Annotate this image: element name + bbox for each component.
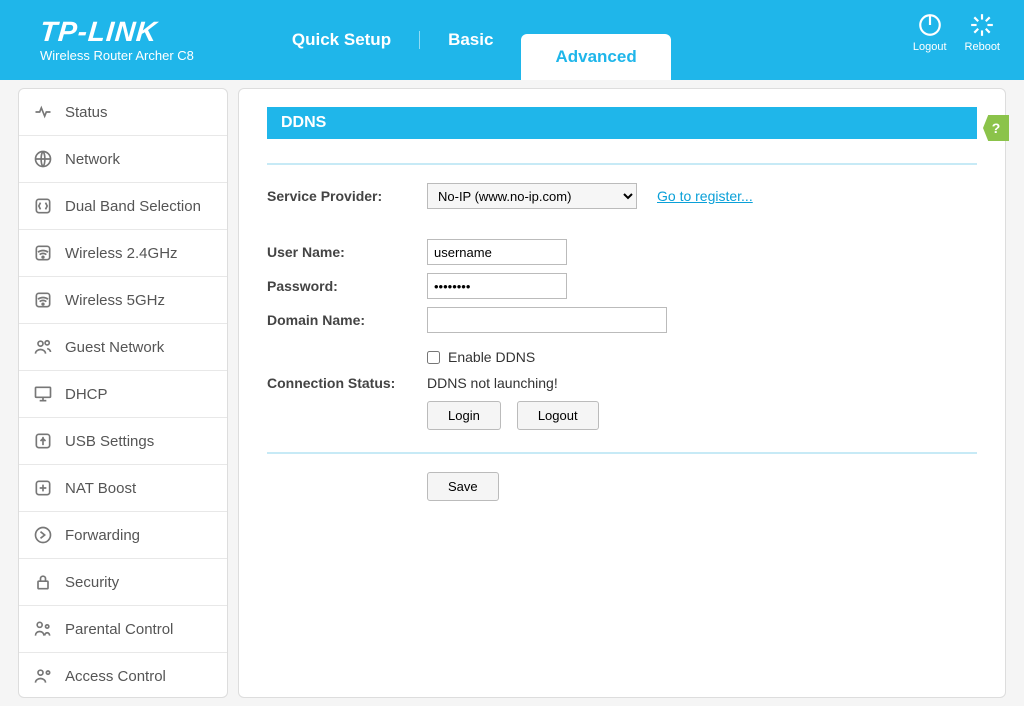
sidebar-item-access[interactable]: Access Control [19,653,227,698]
register-link[interactable]: Go to register... [657,188,753,204]
reboot-label: Reboot [965,41,1000,53]
service-provider-select[interactable]: No-IP (www.no-ip.com) [427,183,637,209]
save-row: Save [427,472,977,501]
monitor-icon [33,384,53,404]
label-username: User Name: [267,244,427,260]
status-icon [33,102,53,122]
nat-icon [33,478,53,498]
brand-logo: TP-LINK [39,18,195,46]
forward-icon [33,525,53,545]
dual-band-icon [33,196,53,216]
label-password: Password: [267,278,427,294]
save-button[interactable]: Save [427,472,499,501]
sidebar-item-label: Dual Band Selection [65,198,201,215]
label-connection-status: Connection Status: [267,375,427,391]
sidebar-item-label: Network [65,151,120,168]
help-button[interactable]: ? [983,115,1009,141]
label-enable-ddns: Enable DDNS [448,349,535,365]
parental-icon [33,619,53,639]
sidebar-item-label: NAT Boost [65,480,136,497]
lock-icon [33,572,53,592]
row-service-provider: Service Provider: No-IP (www.no-ip.com) … [267,183,977,209]
tab-basic[interactable]: Basic [420,0,521,80]
page-body: Status Network Dual Band Selection Wirel… [0,80,1024,698]
brand-tagline: Wireless Router Archer C8 [40,48,194,63]
globe-icon [33,149,53,169]
sidebar-item-label: DHCP [65,386,108,403]
sidebar: Status Network Dual Band Selection Wirel… [18,88,228,698]
sidebar-item-label: Access Control [65,668,166,685]
reboot-icon [969,12,995,38]
sidebar-item-network[interactable]: Network [19,136,227,183]
sidebar-item-label: Parental Control [65,621,173,638]
users-icon [33,337,53,357]
tab-quick-setup[interactable]: Quick Setup [264,0,419,80]
panel-title: DDNS [267,107,977,139]
sidebar-item-label: Status [65,104,108,121]
access-icon [33,666,53,686]
row-password: Password: [267,273,977,299]
divider [267,163,977,165]
main-panel: DDNS ? Service Provider: No-IP (www.no-i… [238,88,1006,698]
top-actions: Logout Reboot [913,12,1000,53]
logout-button-form[interactable]: Logout [517,401,599,430]
sidebar-item-wireless-5[interactable]: Wireless 5GHz [19,277,227,324]
main-nav: Quick Setup Basic Advanced [264,0,671,80]
login-logout-row: Login Logout [427,401,977,430]
sidebar-item-label: Guest Network [65,339,164,356]
top-banner: TP-LINK Wireless Router Archer C8 Quick … [0,0,1024,80]
row-username: User Name: [267,239,977,265]
logout-button[interactable]: Logout [913,12,947,53]
usb-icon [33,431,53,451]
logout-label: Logout [913,41,947,53]
sidebar-item-status[interactable]: Status [19,89,227,136]
brand: TP-LINK Wireless Router Archer C8 [40,18,194,63]
tab-advanced[interactable]: Advanced [521,34,670,80]
password-field[interactable] [427,273,567,299]
sidebar-item-parental[interactable]: Parental Control [19,606,227,653]
sidebar-item-label: Wireless 5GHz [65,292,165,309]
sidebar-item-label: Forwarding [65,527,140,544]
sidebar-item-dual-band[interactable]: Dual Band Selection [19,183,227,230]
power-icon [917,12,943,38]
enable-ddns-checkbox[interactable] [427,351,440,364]
sidebar-item-dhcp[interactable]: DHCP [19,371,227,418]
sidebar-item-guest[interactable]: Guest Network [19,324,227,371]
connection-status-value: DDNS not launching! [427,375,558,391]
row-connection-status: Connection Status: DDNS not launching! [267,375,977,391]
divider [267,452,977,454]
wifi-icon [33,290,53,310]
sidebar-item-forwarding[interactable]: Forwarding [19,512,227,559]
sidebar-item-label: Security [65,574,119,591]
sidebar-item-security[interactable]: Security [19,559,227,606]
username-field[interactable] [427,239,567,265]
domain-field[interactable] [427,307,667,333]
sidebar-item-usb[interactable]: USB Settings [19,418,227,465]
row-domain: Domain Name: [267,307,977,333]
sidebar-item-label: USB Settings [65,433,154,450]
sidebar-item-nat[interactable]: NAT Boost [19,465,227,512]
login-button[interactable]: Login [427,401,501,430]
sidebar-item-wireless-24[interactable]: Wireless 2.4GHz [19,230,227,277]
wifi-icon [33,243,53,263]
label-service-provider: Service Provider: [267,188,427,204]
row-enable-ddns: Enable DDNS [427,349,977,365]
sidebar-item-label: Wireless 2.4GHz [65,245,178,262]
label-domain: Domain Name: [267,312,427,328]
reboot-button[interactable]: Reboot [965,12,1000,53]
